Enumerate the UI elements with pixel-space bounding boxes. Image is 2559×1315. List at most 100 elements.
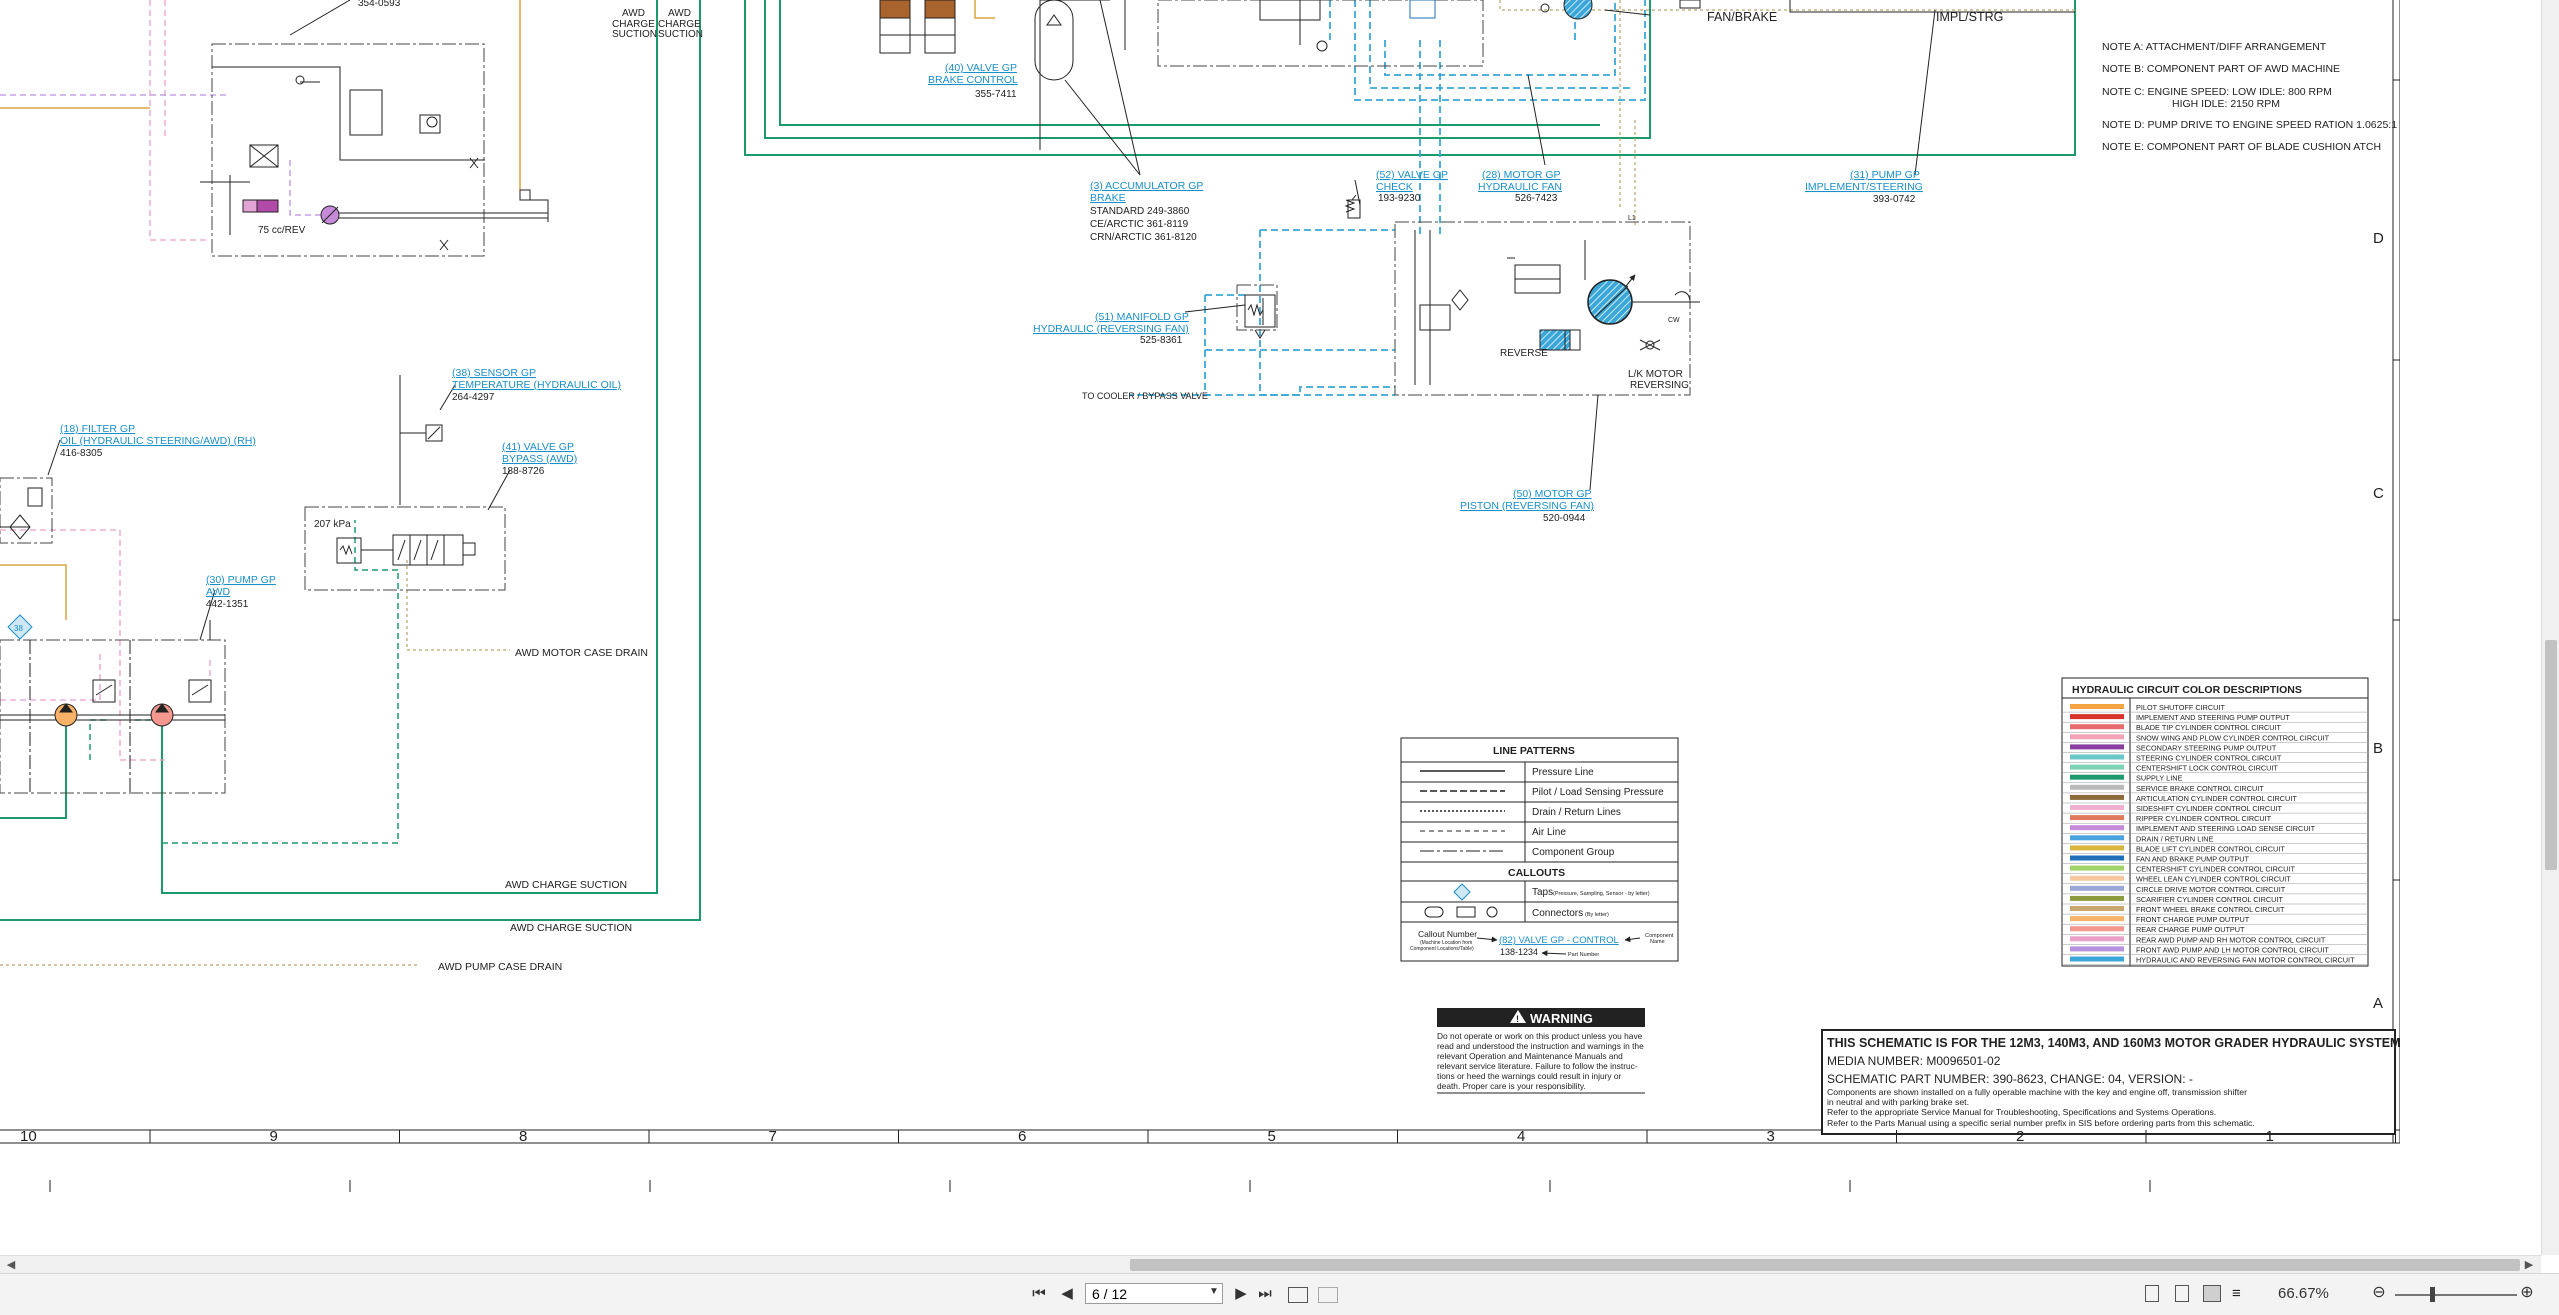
callout-valve-brake[interactable]: (40) VALVE GP BRAKE CONTROL 355-7411 [928, 62, 1018, 100]
callout-motor-fan[interactable]: (28) MOTOR GP HYDRAULIC FAN 526-7423 [1478, 169, 1562, 204]
viewer-toolbar: ⏮ ◀ ▼ ▶ ⏭ ≡ 66.67% ⊖ ⊕ [0, 1273, 2559, 1315]
svg-text:NOTE E: COMPONENT PART OF BLAD: NOTE E: COMPONENT PART OF BLADE CUSHION … [2102, 141, 2381, 153]
svg-text:(50) MOTOR GP: (50) MOTOR GP [1513, 488, 1592, 500]
ruler-number: 7 [769, 1128, 777, 1145]
zoom-level: 66.67% [2278, 1285, 2329, 1302]
svg-text:tions or heed the warnings cou: tions or heed the warnings could result … [1437, 1071, 1622, 1081]
svg-text:STANDARD 249-3860: STANDARD 249-3860 [1090, 206, 1190, 217]
callout-valve-check[interactable]: (52) VALVE GP CHECK 193-9230 [1376, 169, 1448, 204]
svg-text:(82) VALVE GP - CONTROL: (82) VALVE GP - CONTROL [1499, 935, 1619, 946]
charge-lines [0, 0, 995, 620]
svg-text:(40) VALVE GP: (40) VALVE GP [945, 62, 1017, 74]
single-page-view-icon[interactable] [2145, 1285, 2159, 1302]
callout-filter[interactable]: (18) FILTER GP OIL (HYDRAULIC STEERING/A… [60, 423, 256, 459]
svg-text:FAN/BRAKE: FAN/BRAKE [1707, 10, 1777, 24]
legend-swatch [2070, 794, 2124, 800]
svg-text:BRAKE: BRAKE [1090, 192, 1126, 204]
svg-text:SUCTION: SUCTION [658, 29, 703, 40]
ruler-number: 10 [20, 1128, 37, 1145]
next-page-icon[interactable]: ▶ [1232, 1284, 1250, 1304]
scroll-right-icon[interactable]: ▶ [2520, 1256, 2538, 1274]
page-number-input[interactable] [1085, 1283, 1223, 1304]
warning-box: ! WARNING Do not operate or work on this… [1437, 1008, 1645, 1094]
legend-label: CENTERSHIFT LOCK CONTROL CIRCUIT [2136, 764, 2278, 773]
horizontal-scrollbar[interactable]: ◀ ▶ [0, 1255, 2541, 1274]
facing-view-icon[interactable] [2203, 1285, 2221, 1302]
last-page-icon[interactable]: ⏭ [1256, 1284, 1274, 1304]
svg-text:(18) FILTER GP: (18) FILTER GP [60, 423, 135, 435]
callout-sensor[interactable]: (38) SENSOR GP TEMPERATURE (HYDRAULIC OI… [452, 367, 621, 403]
legend-label: REAR AWD PUMP AND RH MOTOR CONTROL CIRCU… [2136, 935, 2326, 944]
svg-text:AWD CHARGE SUCTION: AWD CHARGE SUCTION [505, 879, 627, 891]
title-block: THIS SCHEMATIC IS FOR THE 12M3, 140M3, A… [1821, 1029, 2400, 1135]
valve-group-top-left [200, 0, 549, 251]
svg-text:in neutral and with parking br: in neutral and with parking brake set. [1827, 1097, 1969, 1107]
svg-text:525-8361: 525-8361 [1140, 335, 1183, 346]
svg-text:Connectors: Connectors [1532, 908, 1583, 919]
callout-pump-awd[interactable]: (30) PUMP GP AWD 442-1351 [206, 574, 276, 610]
svg-text:(28) MOTOR GP: (28) MOTOR GP [1482, 169, 1561, 181]
svg-text:393-0742: 393-0742 [1873, 194, 1916, 205]
svg-text:THIS SCHEMATIC IS FOR THE 12M3: THIS SCHEMATIC IS FOR THE 12M3, 140M3, A… [1827, 1036, 2400, 1050]
rotate-view-icon[interactable] [1288, 1287, 1308, 1303]
legend-label: REAR CHARGE PUMP OUTPUT [2136, 925, 2245, 934]
svg-text:MEDIA NUMBER: M0096501-02: MEDIA NUMBER: M0096501-02 [1827, 1054, 2001, 1068]
svg-text:520-0944: 520-0944 [1543, 513, 1586, 524]
previous-page-icon[interactable]: ◀ [1058, 1284, 1076, 1304]
svg-text:442-1351: 442-1351 [206, 599, 249, 610]
legend-swatch [2070, 724, 2124, 730]
svg-text:AWD MOTOR CASE DRAIN: AWD MOTOR CASE DRAIN [515, 647, 648, 659]
zoom-slider-thumb[interactable] [2430, 1287, 2435, 1302]
legend-swatch [2070, 956, 2124, 962]
callout-motor-piston[interactable]: (50) MOTOR GP PISTON (REVERSING FAN) 520… [1460, 488, 1594, 524]
svg-text:L/K MOTOR: L/K MOTOR [1628, 369, 1683, 380]
svg-text:Callout Number: Callout Number [1418, 929, 1477, 939]
svg-text:355-7411: 355-7411 [975, 89, 1017, 100]
legend-label: WHEEL LEAN CYLINDER CONTROL CIRCUIT [2136, 875, 2291, 884]
svg-text:relevant Operation and Mainten: relevant Operation and Maintenance Manua… [1437, 1051, 1623, 1061]
legend-swatch [2070, 926, 2124, 932]
legend-label: CIRCLE DRIVE MOTOR CONTROL CIRCUIT [2136, 885, 2286, 894]
callout-accumulator[interactable]: (3) ACCUMULATOR GP BRAKE STANDARD 249-38… [1090, 180, 1203, 243]
svg-text:(52) VALVE GP: (52) VALVE GP [1376, 169, 1448, 181]
svg-text:(41) VALVE GP: (41) VALVE GP [502, 441, 574, 453]
vertical-scrollbar[interactable] [2541, 0, 2559, 1255]
continuous-view-icon[interactable] [2175, 1285, 2189, 1302]
svg-text:AWD: AWD [668, 8, 691, 19]
ruler-number: 9 [270, 1128, 278, 1145]
svg-text:AWD: AWD [206, 586, 231, 598]
temperature-sensor [399, 375, 456, 505]
ruler-number: 6 [1018, 1128, 1026, 1145]
first-page-icon[interactable]: ⏮ [1030, 1284, 1048, 1304]
callout-manifold[interactable]: (51) MANIFOLD GP HYDRAULIC (REVERSING FA… [1033, 311, 1189, 346]
callout-pump-impl[interactable]: (31) PUMP GP IMPLEMENT/STEERING 393-0742 [1805, 169, 1923, 205]
svg-text:CRN/ARCTIC 361-8120: CRN/ARCTIC 361-8120 [1090, 232, 1197, 243]
svg-text:(51) MANIFOLD GP: (51) MANIFOLD GP [1095, 311, 1189, 323]
page-dropdown-icon[interactable]: ▼ [1209, 1286, 1219, 1297]
zoom-out-icon[interactable]: ⊖ [2370, 1283, 2388, 1303]
legend-swatch [2070, 946, 2124, 952]
print-view-icon[interactable] [1318, 1287, 1338, 1303]
horizontal-scroll-thumb[interactable] [1130, 1259, 2520, 1271]
outline-view-icon[interactable]: ≡ [2232, 1285, 2246, 1302]
legend-label: FRONT AWD PUMP AND LH MOTOR CONTROL CIRC… [2136, 945, 2329, 954]
legend-swatch [2070, 855, 2124, 861]
zoom-slider-track[interactable] [2395, 1294, 2517, 1296]
svg-text:(31) PUMP GP: (31) PUMP GP [1850, 169, 1920, 181]
scroll-left-icon[interactable]: ◀ [2, 1256, 20, 1274]
vertical-scroll-thumb[interactable] [2545, 640, 2557, 870]
callout-valve-bypass[interactable]: (41) VALVE GP BYPASS (AWD) 188-8726 [502, 441, 577, 477]
zoom-in-icon[interactable]: ⊕ [2518, 1283, 2536, 1303]
component-groups [0, 0, 1691, 794]
legend-label: SNOW WING AND PLOW CYLINDER CONTROL CIRC… [2136, 733, 2330, 742]
filter-group [0, 487, 43, 540]
legend-swatch [2070, 704, 2124, 709]
svg-text:TEMPERATURE (HYDRAULIC OIL): TEMPERATURE (HYDRAULIC OIL) [452, 379, 621, 391]
legend-label: DRAIN / RETURN LINE [2136, 834, 2214, 843]
column-ruler: 10 9 8 7 6 5 4 3 2 1 [20, 1128, 2396, 1192]
svg-text:(30) PUMP GP: (30) PUMP GP [206, 574, 276, 586]
legend-swatch [2070, 754, 2124, 760]
ruler-number: 3 [1767, 1128, 1775, 1145]
legend-label: IMPLEMENT AND STEERING PUMP OUTPUT [2136, 713, 2290, 722]
svg-text:A: A [2373, 995, 2383, 1012]
